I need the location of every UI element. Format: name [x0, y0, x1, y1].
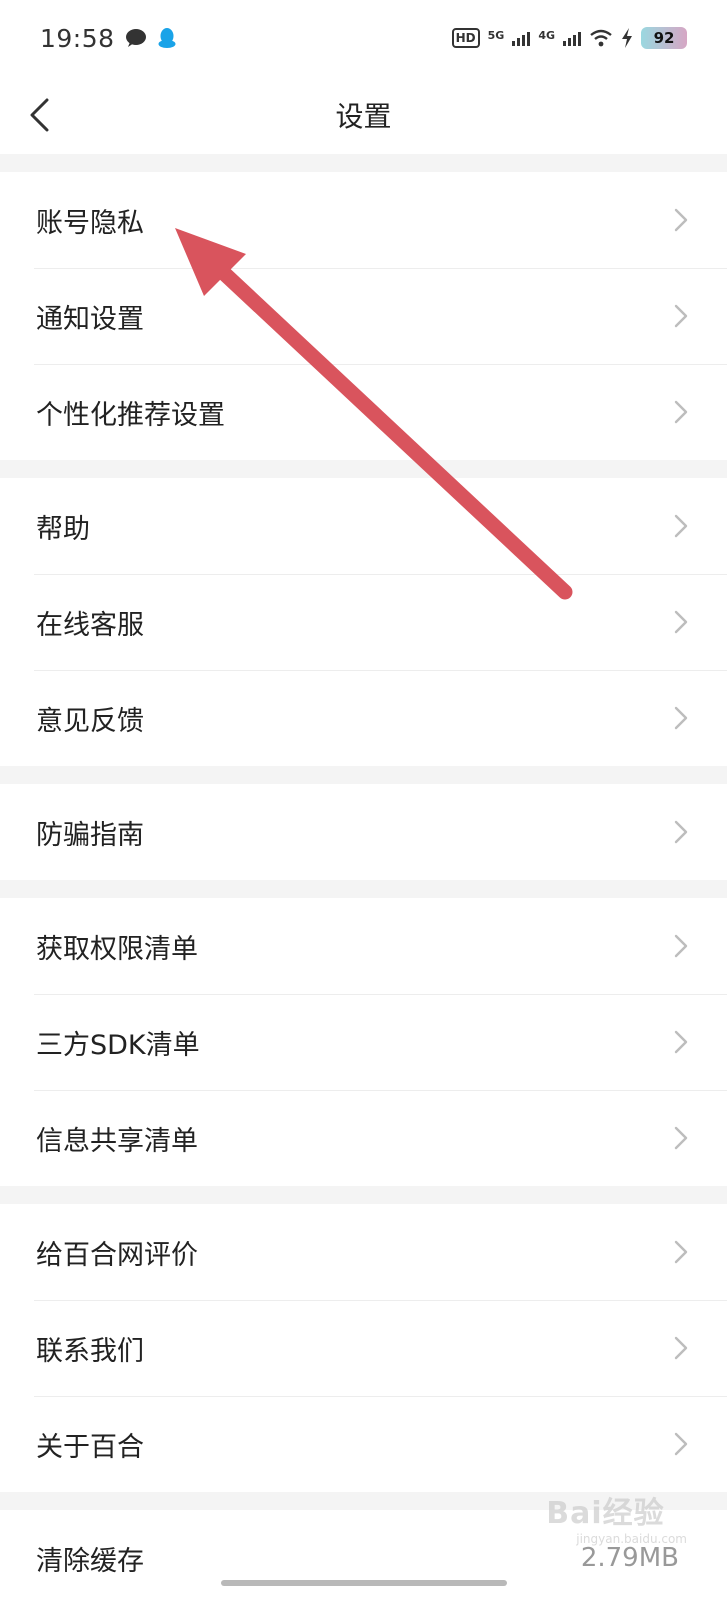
chevron-right-icon: [674, 1336, 688, 1360]
chat-bubble-icon: [125, 29, 146, 47]
settings-row-permission-list[interactable]: 获取权限清单: [0, 898, 727, 994]
row-label: 获取权限清单: [36, 933, 198, 965]
row-label: 信息共享清单: [36, 1125, 198, 1157]
row-label: 三方SDK清单: [36, 1029, 200, 1061]
row-label: 清除缓存: [36, 1545, 144, 1577]
row-label: 关于百合: [36, 1431, 144, 1463]
chevron-right-icon: [674, 706, 688, 730]
row-label: 联系我们: [36, 1335, 144, 1367]
settings-row-notification[interactable]: 通知设置: [0, 268, 727, 364]
chevron-right-icon: [674, 400, 688, 424]
network-5g-label: 5G: [487, 29, 505, 42]
settings-row-info-sharing-list[interactable]: 信息共享清单: [0, 1090, 727, 1186]
settings-group-lists: 获取权限清单 三方SDK清单 信息共享清单: [0, 898, 727, 1186]
signal-bars-icon: [563, 30, 581, 46]
settings-row-about[interactable]: 关于百合: [0, 1396, 727, 1492]
chevron-right-icon: [674, 1240, 688, 1264]
row-label: 防骗指南: [36, 819, 144, 851]
settings-row-feedback[interactable]: 意见反馈: [0, 670, 727, 766]
settings-group-support: 帮助 在线客服 意见反馈: [0, 478, 727, 766]
chevron-right-icon: [674, 820, 688, 844]
back-button[interactable]: [14, 90, 64, 140]
chevron-right-icon: [674, 1126, 688, 1150]
row-label: 个性化推荐设置: [36, 399, 225, 431]
settings-screen: 19:58 HD 5G 4G 92 设置 账号隐私 通知设置 个性化推荐设置 帮…: [0, 0, 727, 1600]
battery-level: 92: [653, 29, 675, 47]
settings-group-account: 账号隐私 通知设置 个性化推荐设置: [0, 172, 727, 460]
chevron-right-icon: [674, 514, 688, 538]
chevron-right-icon: [674, 934, 688, 958]
signal-bars-icon: [512, 30, 531, 46]
row-label: 意见反馈: [36, 705, 144, 737]
chevron-left-icon: [30, 98, 49, 132]
settings-row-personalized-recommendation[interactable]: 个性化推荐设置: [0, 364, 727, 460]
chevron-right-icon: [674, 610, 688, 634]
settings-row-contact-us[interactable]: 联系我们: [0, 1300, 727, 1396]
row-label: 通知设置: [36, 303, 144, 335]
charging-bolt-icon: [622, 28, 632, 48]
home-indicator[interactable]: [220, 1580, 507, 1586]
status-right: HD 5G 4G 92: [451, 27, 687, 49]
settings-row-online-service[interactable]: 在线客服: [0, 574, 727, 670]
chevron-right-icon: [674, 1030, 688, 1054]
settings-group-about: 给百合网评价 联系我们 关于百合: [0, 1204, 727, 1492]
page-title: 设置: [335, 100, 392, 133]
settings-row-help[interactable]: 帮助: [0, 478, 727, 574]
settings-row-rate-app[interactable]: 给百合网评价: [0, 1204, 727, 1300]
watermark-subtext: jingyan.baidu.com: [576, 1532, 687, 1546]
baidu-jingyan-watermark: Bai经验 jingyan.baidu.com: [546, 1488, 687, 1546]
row-label: 帮助: [36, 513, 90, 545]
battery-icon: 92: [641, 27, 687, 49]
status-left: 19:58: [40, 24, 177, 53]
row-label: 给百合网评价: [36, 1239, 198, 1271]
settings-row-third-party-sdk-list[interactable]: 三方SDK清单: [0, 994, 727, 1090]
settings-row-account-privacy[interactable]: 账号隐私: [0, 172, 727, 268]
chevron-right-icon: [674, 208, 688, 232]
chevron-right-icon: [674, 304, 688, 328]
hd-badge: HD: [451, 28, 480, 48]
cache-size-value: 2.79MB: [580, 1543, 679, 1573]
qq-penguin-icon: [158, 28, 176, 48]
chevron-right-icon: [674, 1432, 688, 1456]
network-4g-label: 4G: [538, 29, 555, 42]
settings-row-anti-fraud-guide[interactable]: 防骗指南: [0, 784, 727, 880]
row-label: 账号隐私: [36, 207, 144, 239]
wifi-icon: [590, 29, 612, 47]
status-bar: 19:58 HD 5G 4G 92: [0, 0, 727, 76]
settings-group-safety: 防骗指南: [0, 784, 727, 880]
status-time: 19:58: [40, 23, 115, 53]
watermark-text: Bai经验: [546, 1496, 665, 1531]
navigation-bar: 设置: [0, 76, 727, 154]
row-label: 在线客服: [36, 609, 144, 641]
